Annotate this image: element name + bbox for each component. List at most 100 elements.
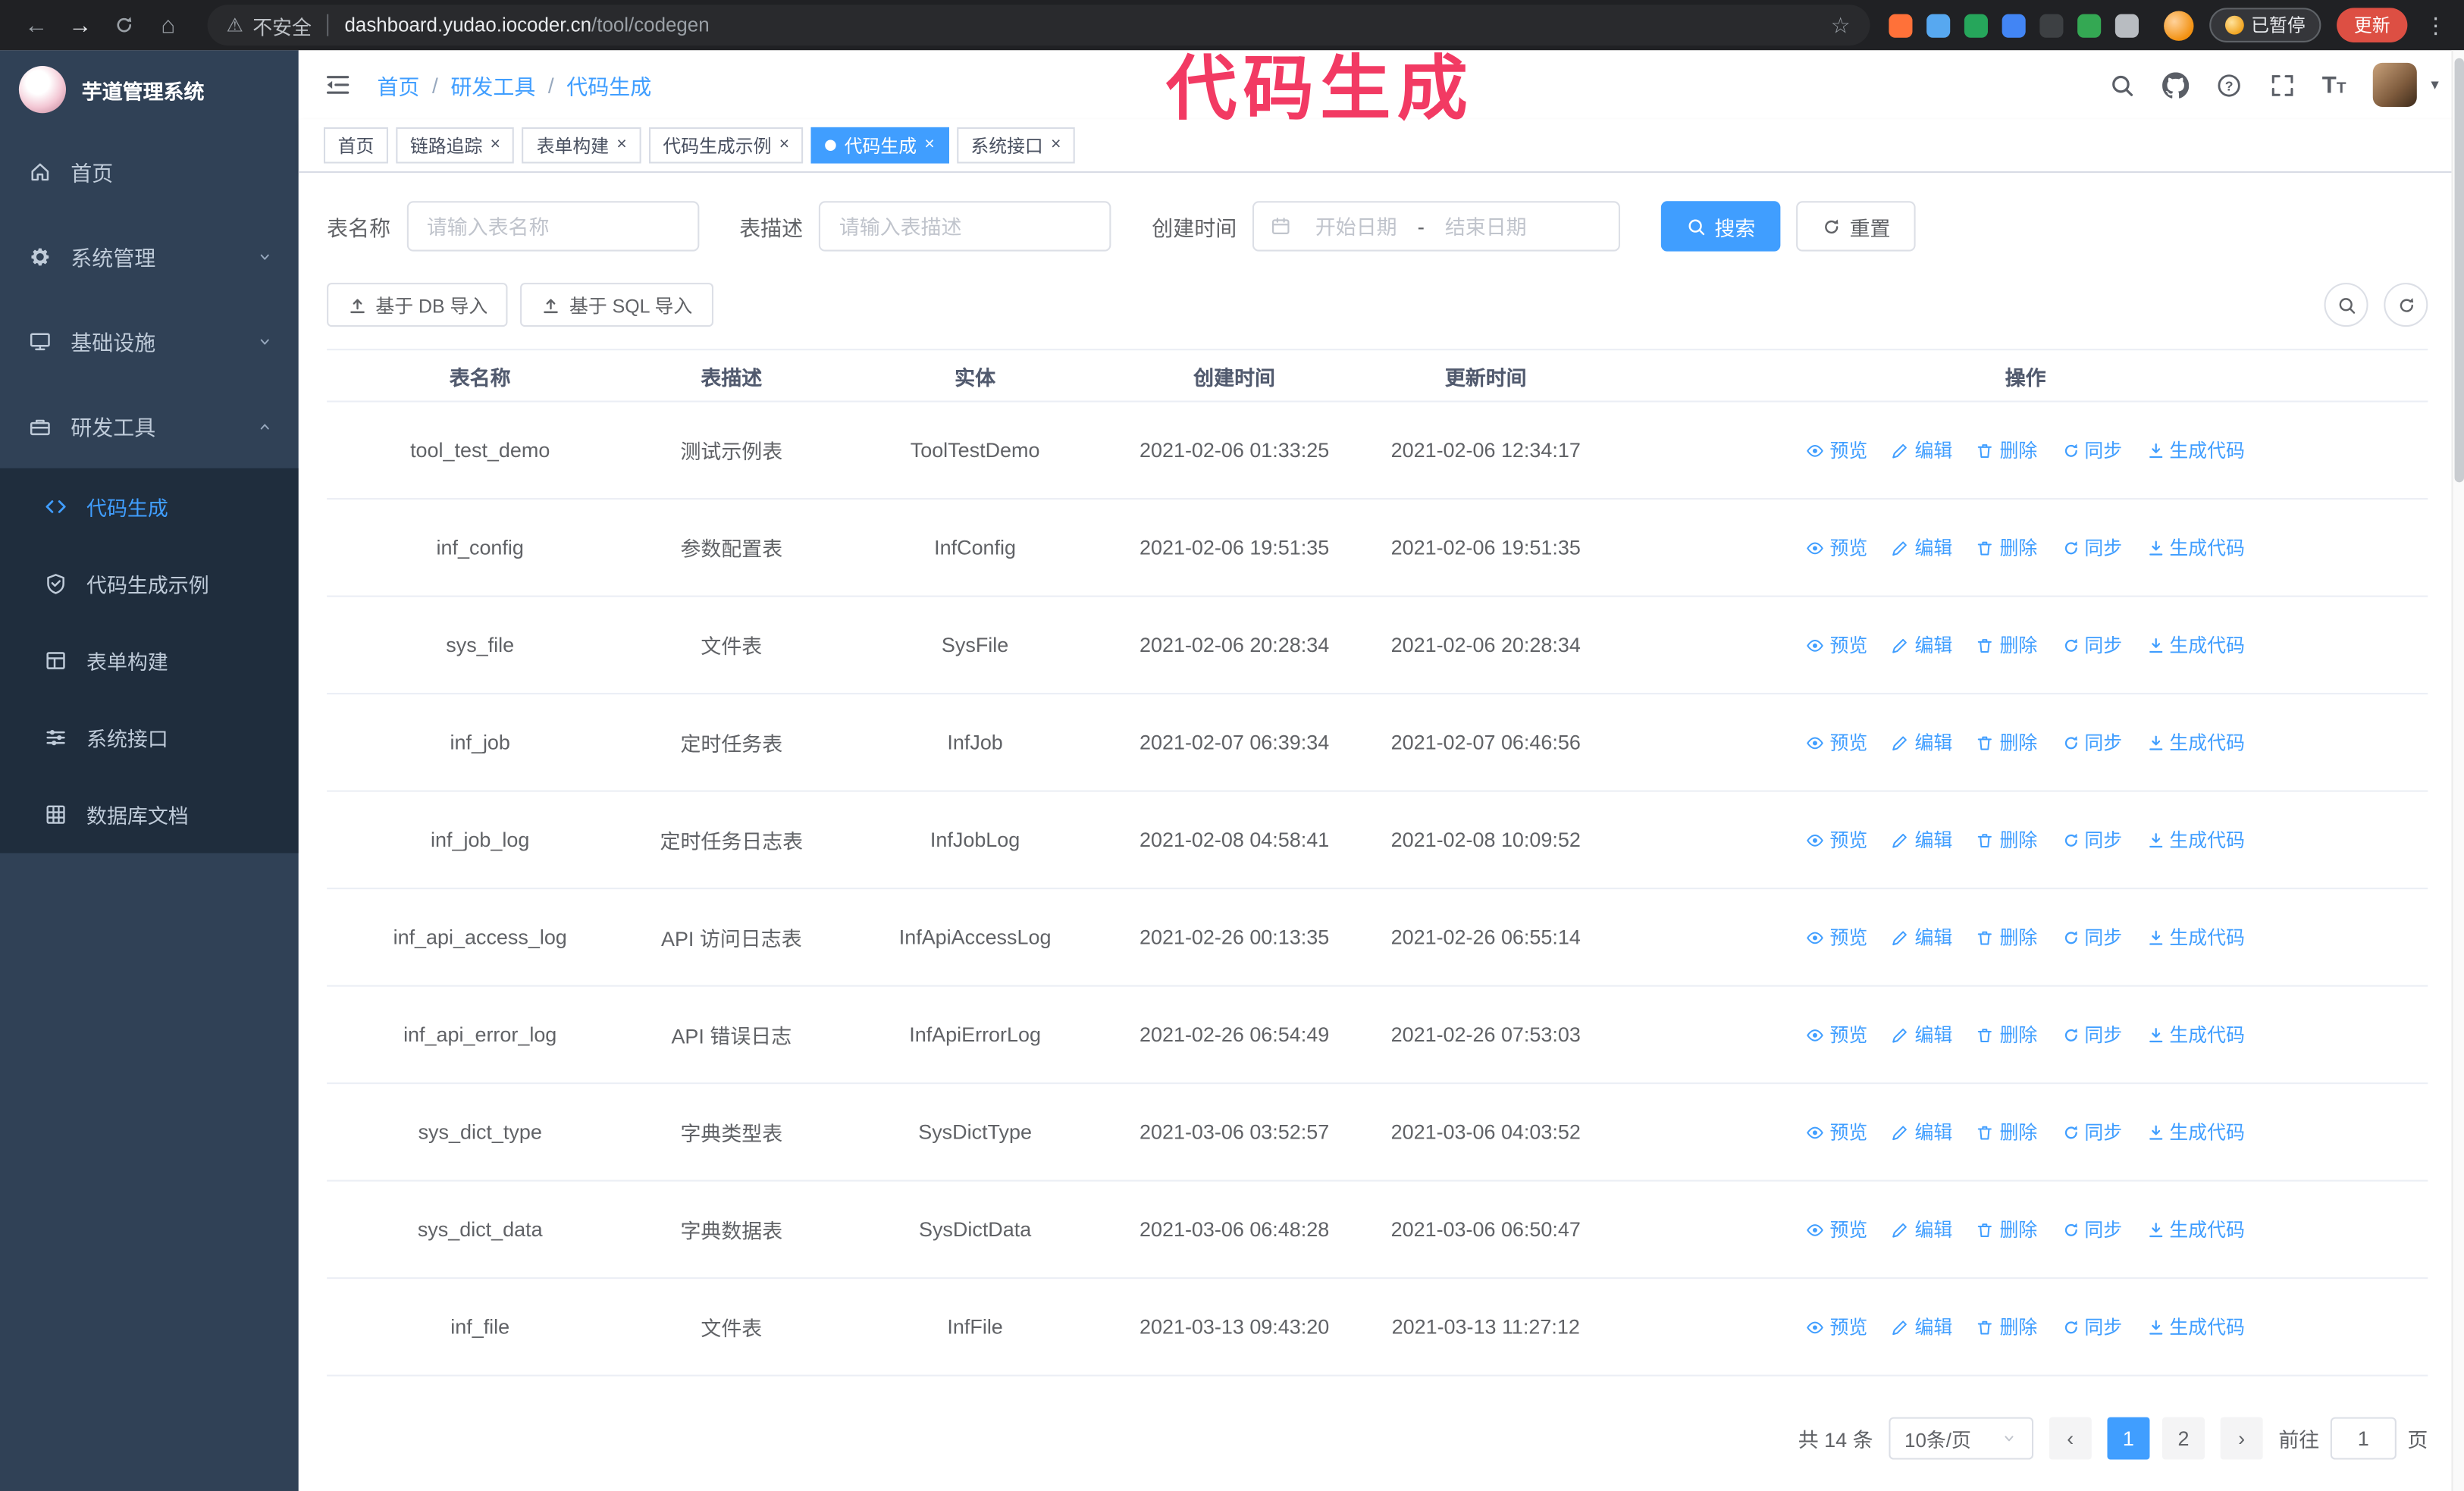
extension-icon-7[interactable]: [2114, 13, 2138, 37]
delete-link[interactable]: 删除: [1976, 631, 2037, 658]
extension-icon-3[interactable]: [1963, 13, 1987, 37]
generate-code-link[interactable]: 生成代码: [2146, 1021, 2245, 1048]
delete-link[interactable]: 删除: [1976, 1314, 2037, 1340]
sidebar-item-codegen-example[interactable]: 代码生成示例: [0, 545, 299, 622]
update-button[interactable]: 更新: [2337, 8, 2408, 42]
tab-close-icon[interactable]: ×: [1051, 136, 1061, 154]
sidebar-logo[interactable]: 芋道管理系统: [0, 50, 299, 129]
generate-code-link[interactable]: 生成代码: [2146, 631, 2245, 658]
sync-link[interactable]: 同步: [2061, 534, 2122, 561]
next-page-button[interactable]: ›: [2220, 1417, 2263, 1460]
sync-link[interactable]: 同步: [2061, 1021, 2122, 1048]
edit-link[interactable]: 编辑: [1891, 924, 1952, 951]
page-number-button[interactable]: 1: [2107, 1417, 2150, 1460]
help-icon[interactable]: [2215, 71, 2242, 98]
refresh-table-button[interactable]: [2384, 283, 2428, 327]
edit-link[interactable]: 编辑: [1891, 631, 1952, 658]
extension-icon-6[interactable]: [2077, 13, 2101, 37]
breadcrumb-item[interactable]: 首页: [377, 69, 419, 100]
forward-button[interactable]: →: [60, 5, 101, 45]
generate-code-link[interactable]: 生成代码: [2146, 1314, 2245, 1340]
extension-icon-4[interactable]: [2001, 13, 2025, 37]
extension-icon-5[interactable]: [2039, 13, 2063, 37]
preview-link[interactable]: 预览: [1806, 631, 1867, 658]
delete-link[interactable]: 删除: [1976, 729, 2037, 756]
delete-link[interactable]: 删除: [1976, 437, 2037, 463]
tab-close-icon[interactable]: ×: [616, 136, 626, 154]
window-scrollbar[interactable]: [2451, 50, 2464, 1491]
sync-link[interactable]: 同步: [2061, 826, 2122, 853]
table-name-input[interactable]: [406, 201, 699, 252]
address-bar[interactable]: ⚠ 不安全 dashboard.yudao.iocoder.cn/tool/co…: [207, 5, 1870, 46]
end-date-input[interactable]: [1431, 214, 1541, 239]
preview-link[interactable]: 预览: [1806, 729, 1867, 756]
browser-menu-icon[interactable]: ⋮: [2423, 12, 2448, 39]
scrollbar-thumb[interactable]: [2454, 58, 2464, 483]
preview-link[interactable]: 预览: [1806, 1021, 1867, 1048]
preview-link[interactable]: 预览: [1806, 534, 1867, 561]
view-tab[interactable]: 表单构建 ×: [522, 127, 641, 164]
avatar-caret-icon[interactable]: ▾: [2431, 77, 2438, 94]
tab-close-icon[interactable]: ×: [924, 136, 934, 154]
date-range-picker[interactable]: -: [1252, 201, 1620, 252]
browser-profile-avatar[interactable]: [2163, 10, 2193, 40]
browser-home-button[interactable]: ⌂: [148, 5, 189, 45]
prev-page-button[interactable]: ‹: [2049, 1417, 2092, 1460]
import-db-button[interactable]: 基于 DB 导入: [327, 283, 509, 327]
sidebar-item-system[interactable]: 系统管理: [0, 214, 299, 299]
preview-link[interactable]: 预览: [1806, 826, 1867, 853]
preview-link[interactable]: 预览: [1806, 1216, 1867, 1242]
back-button[interactable]: ←: [16, 5, 57, 45]
goto-page-input[interactable]: [2330, 1417, 2397, 1460]
page-size-select[interactable]: 10条/页: [1889, 1417, 2034, 1460]
edit-link[interactable]: 编辑: [1891, 437, 1952, 463]
preview-link[interactable]: 预览: [1806, 1119, 1867, 1145]
breadcrumb-item[interactable]: 代码生成: [566, 69, 651, 100]
tab-close-icon[interactable]: ×: [491, 136, 500, 154]
paused-badge[interactable]: 已暂停: [2209, 8, 2321, 42]
view-tab[interactable]: 代码生成 ×: [811, 127, 949, 164]
sidebar-item-codegen[interactable]: 代码生成: [0, 468, 299, 546]
generate-code-link[interactable]: 生成代码: [2146, 729, 2245, 756]
generate-code-link[interactable]: 生成代码: [2146, 826, 2245, 853]
sidebar-item-devtools[interactable]: 研发工具: [0, 384, 299, 468]
delete-link[interactable]: 删除: [1976, 534, 2037, 561]
breadcrumb-item[interactable]: 研发工具: [450, 69, 535, 100]
sync-link[interactable]: 同步: [2061, 729, 2122, 756]
sync-link[interactable]: 同步: [2061, 1216, 2122, 1242]
sidebar-item-infra[interactable]: 基础设施: [0, 299, 299, 384]
view-tab[interactable]: 首页: [323, 127, 388, 164]
sync-link[interactable]: 同步: [2061, 1314, 2122, 1340]
tab-close-icon[interactable]: ×: [779, 136, 789, 154]
edit-link[interactable]: 编辑: [1891, 826, 1952, 853]
delete-link[interactable]: 删除: [1976, 924, 2037, 951]
edit-link[interactable]: 编辑: [1891, 534, 1952, 561]
edit-link[interactable]: 编辑: [1891, 729, 1952, 756]
extension-icon-2[interactable]: [1926, 13, 1950, 37]
delete-link[interactable]: 删除: [1976, 826, 2037, 853]
generate-code-link[interactable]: 生成代码: [2146, 534, 2245, 561]
preview-link[interactable]: 预览: [1806, 1314, 1867, 1340]
sidebar-item-home[interactable]: 首页: [0, 129, 299, 214]
sidebar-item-form-builder[interactable]: 表单构建: [0, 622, 299, 700]
edit-link[interactable]: 编辑: [1891, 1216, 1952, 1242]
edit-link[interactable]: 编辑: [1891, 1021, 1952, 1048]
preview-link[interactable]: 预览: [1806, 924, 1867, 951]
delete-link[interactable]: 删除: [1976, 1021, 2037, 1048]
delete-link[interactable]: 删除: [1976, 1216, 2037, 1242]
toggle-search-button[interactable]: [2324, 283, 2368, 327]
generate-code-link[interactable]: 生成代码: [2146, 1216, 2245, 1242]
delete-link[interactable]: 删除: [1976, 1119, 2037, 1145]
search-button[interactable]: 搜索: [1660, 201, 1781, 252]
view-tab[interactable]: 系统接口 ×: [956, 127, 1076, 164]
start-date-input[interactable]: [1301, 214, 1412, 239]
reload-button[interactable]: [104, 5, 145, 45]
bookmark-star-icon[interactable]: ☆: [1831, 12, 1851, 39]
sync-link[interactable]: 同步: [2061, 631, 2122, 658]
generate-code-link[interactable]: 生成代码: [2146, 1119, 2245, 1145]
sidebar-collapse-icon[interactable]: [324, 70, 352, 99]
table-desc-input[interactable]: [818, 201, 1111, 252]
sidebar-item-system-api[interactable]: 系统接口: [0, 699, 299, 776]
sidebar-item-db-docs[interactable]: 数据库文档: [0, 776, 299, 854]
fullscreen-icon[interactable]: [2268, 71, 2295, 98]
